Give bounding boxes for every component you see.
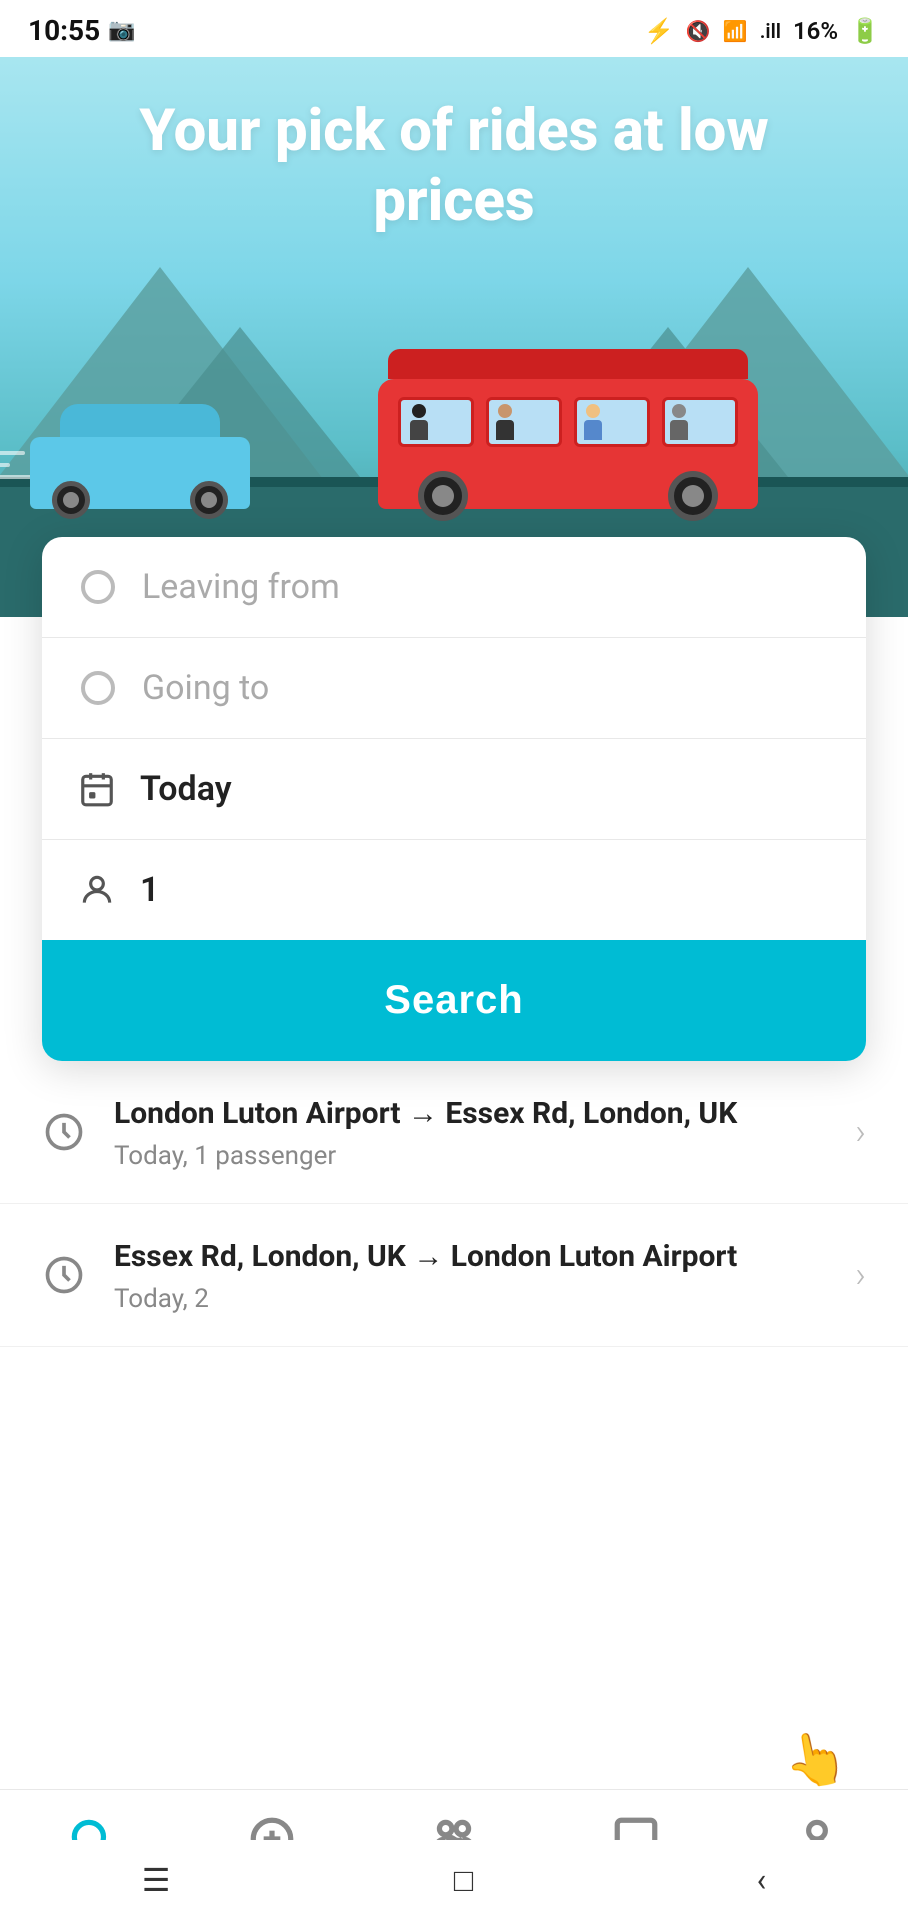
clock-icon-2: [42, 1253, 86, 1297]
passengers-icon: [78, 871, 116, 909]
passengers-field[interactable]: 1: [42, 840, 866, 940]
mute-icon: 🔇: [686, 19, 711, 43]
chevron-right-2: ›: [855, 1254, 866, 1296]
leaving-from-field[interactable]: Leaving from: [42, 537, 866, 638]
bluetooth-icon: ⚡: [644, 17, 674, 45]
recent-searches: London Luton Airport → Essex Rd, London,…: [0, 1061, 908, 1507]
going-to-icon: [78, 668, 118, 708]
date-value: Today: [140, 769, 232, 809]
recent-meta-1: Today, 1 passenger: [114, 1141, 827, 1171]
recent-item-2[interactable]: Essex Rd, London, UK → London Luton Airp…: [0, 1204, 908, 1347]
date-field[interactable]: Today: [42, 739, 866, 840]
bus-roof: [388, 349, 748, 379]
recent-content-1: London Luton Airport → Essex Rd, London,…: [114, 1093, 827, 1171]
android-back-btn[interactable]: ‹: [717, 1851, 807, 1909]
passenger-1: [409, 404, 429, 440]
bus-window-2: [486, 397, 562, 447]
status-icons: ⚡ 🔇 📶 .ill 16% 🔋: [644, 17, 880, 45]
bus-vehicle: [378, 349, 758, 509]
finger-cursor: 👆: [778, 1724, 852, 1795]
wifi-icon: 📶: [723, 19, 748, 43]
recent-content-2: Essex Rd, London, UK → London Luton Airp…: [114, 1236, 827, 1314]
passenger-4: [669, 404, 689, 440]
passengers-value: 1: [140, 870, 159, 910]
android-nav-bar: ☰ □ ‹: [0, 1840, 908, 1920]
bus-window-4: [662, 397, 738, 447]
android-home-btn[interactable]: □: [414, 1851, 513, 1909]
bus-wheel-right: [668, 471, 718, 521]
car-wheel-right: [190, 481, 228, 519]
calendar-icon: [78, 770, 116, 808]
bus-window-1: [398, 397, 474, 447]
status-time: 10:55 📷: [28, 14, 136, 47]
bus-wheel-left: [418, 471, 468, 521]
bus-windows: [398, 397, 738, 447]
recent-route-2: Essex Rd, London, UK → London Luton Airp…: [114, 1236, 827, 1278]
recent-item-1[interactable]: London Luton Airport → Essex Rd, London,…: [0, 1061, 908, 1204]
signal-icon: .ill: [760, 19, 781, 43]
leaving-from-icon: [78, 567, 118, 607]
recent-route-1: London Luton Airport → Essex Rd, London,…: [114, 1093, 827, 1135]
battery-icon: 🔋: [850, 17, 880, 45]
chevron-right-1: ›: [855, 1111, 866, 1153]
android-menu-btn[interactable]: ☰: [102, 1851, 211, 1909]
search-button[interactable]: Search: [42, 940, 866, 1061]
bus-window-3: [574, 397, 650, 447]
recent-meta-2: Today, 2: [114, 1284, 827, 1314]
car-wheel-left: [52, 481, 90, 519]
status-bar: 10:55 📷 ⚡ 🔇 📶 .ill 16% 🔋: [0, 0, 908, 57]
battery-level: 16%: [793, 17, 838, 45]
clock-icon-1: [42, 1110, 86, 1154]
camera-icon: 📷: [108, 18, 135, 43]
leaving-from-placeholder: Leaving from: [142, 567, 340, 607]
going-to-field[interactable]: Going to: [42, 638, 866, 739]
passenger-2: [495, 404, 515, 440]
going-to-placeholder: Going to: [142, 668, 269, 708]
hero-title: Your pick of rides at low prices: [0, 57, 908, 236]
search-card: Leaving from Going to Today 1: [42, 537, 866, 1061]
passenger-3: [583, 404, 603, 440]
hero-banner: Your pick of rides at low prices: [0, 57, 908, 617]
car-vehicle: [30, 399, 250, 509]
